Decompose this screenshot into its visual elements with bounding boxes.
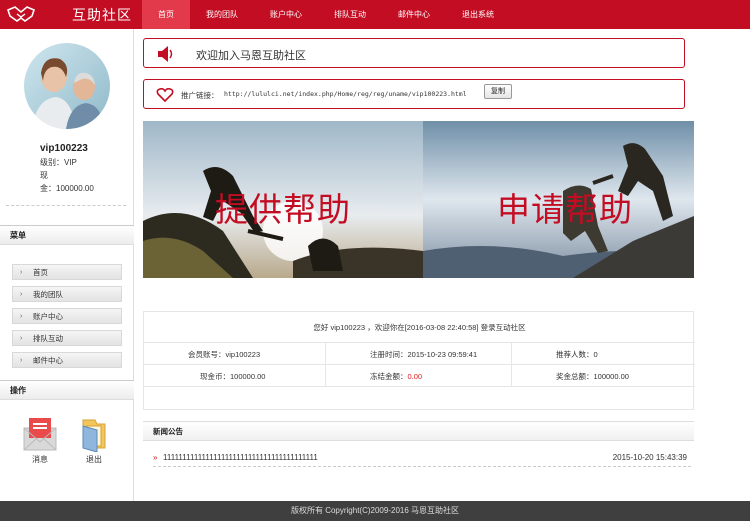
sidebar-item-label: 账户中心 [33,312,63,321]
user-name: vip100223 [40,143,88,154]
reg-time-field: 注册时间：2015-10-23 09:59:41 [370,349,477,360]
promo-label: 推广链接： [181,91,219,100]
main-nav: 首页 我的团队 账户中心 排队互动 邮件中心 退出系统 [142,0,510,29]
divider [144,342,695,343]
nav-item-mail[interactable]: 邮件中心 [382,0,446,29]
messages-button[interactable]: 消息 [20,414,60,465]
bonus-label: 奖金总额： [556,372,594,381]
notice-text: 欢迎加入马恩互助社区 [196,50,306,62]
member-no-value: vip100223 [225,350,261,359]
request-help-banner[interactable]: 申请帮助 [423,121,694,278]
frozen-label: 冻结金额： [370,372,408,381]
nav-item-logout[interactable]: 退出系统 [446,0,510,29]
cash-label: 现金币： [200,372,230,381]
divider [144,386,695,387]
folder-exit-icon [74,414,114,454]
promo-url[interactable]: http://lululci.net/index.php/Home/reg/re… [224,90,467,98]
handshake-icon [6,4,36,24]
cash-field: 现金币：100000.00 [200,371,265,382]
news-item-date: 2015-10-20 15:43:39 [612,453,687,462]
chevron-right-icon: › [20,313,23,320]
menu-section-title: 菜单 [0,225,134,245]
heart-icon [156,87,174,104]
cash-value: 100000.00 [230,372,266,381]
welcome-message: 您好 vip100223 ，欢迎你在[2016-03-08 22:40:58] … [313,323,526,332]
nav-item-home[interactable]: 首页 [142,0,190,29]
account-info-panel: 您好 vip100223 ，欢迎你在[2016-03-08 22:40:58] … [143,311,695,410]
sidebar-item-label: 首页 [33,268,48,277]
referrals-value: 0 [593,350,598,359]
top-nav-bar: 互助社区 首页 我的团队 账户中心 排队互动 邮件中心 退出系统 [0,0,750,29]
frozen-field: 冻结金额：0.00 [370,371,422,382]
exit-label: 退出 [86,455,102,464]
news-marker-icon: » [153,453,158,462]
promo-link-bar: 推广链接： http://lululci.net/index.php/Home/… [143,79,685,109]
bonus-field: 奖金总额：100000.00 [556,371,629,382]
chevron-right-icon: › [20,269,23,276]
news-panel: 新闻公告 » 111111111111111111111111111111111… [143,421,694,471]
divider [144,364,695,365]
reg-time-value: 2015-10-23 09:59:41 [407,350,478,359]
avatar [24,43,110,129]
sidebar-item-mail[interactable]: › 邮件中心 [12,352,122,368]
reg-time-label: 注册时间： [370,350,408,359]
nav-item-my-team[interactable]: 我的团队 [190,0,254,29]
chevron-right-icon: › [20,357,23,364]
footer-copyright: 版权所有 Copyright(C)2009-2016 马恩互助社区 [290,506,460,515]
exit-button[interactable]: 退出 [74,414,114,465]
mail-icon [20,414,60,454]
news-item-text: 1111111111111111111111111111111111111111 [163,453,318,462]
ops-section-title: 操作 [0,380,134,400]
referrals-field: 推荐人数：0 [556,349,598,360]
news-item[interactable]: » 11111111111111111111111111111111111111… [153,453,691,467]
speaker-icon [156,45,176,65]
divider [325,342,326,386]
left-sidebar: vip100223 级别：VIP 现 金：100000.00 菜单 › 首页 › 我… [0,29,134,501]
nav-item-account[interactable]: 账户中心 [254,0,318,29]
sidebar-item-label: 我的团队 [33,290,63,299]
user-line-2: 现 [40,171,48,180]
provide-help-banner[interactable]: 提供帮助 [143,121,423,278]
divider [511,342,512,386]
sidebar-item-label: 排队互动 [33,334,63,343]
member-no-label: 会员账号： [188,350,226,359]
frozen-value: 0.00 [407,372,423,381]
chevron-right-icon: › [20,335,23,342]
sidebar-item-label: 邮件中心 [33,356,63,365]
footer: 版权所有 Copyright(C)2009-2016 马恩互助社区 [0,501,750,521]
welcome-notice: 欢迎加入马恩互助社区 [143,38,685,68]
referrals-label: 推荐人数： [556,350,594,359]
news-title: 新闻公告 [143,421,694,441]
sidebar-item-my-team[interactable]: › 我的团队 [12,286,122,302]
bonus-value: 100000.00 [593,372,629,381]
chevron-right-icon: › [20,291,23,298]
divider [6,205,126,206]
user-balance: 金：100000.00 [40,184,94,193]
user-level: 级别：VIP [40,158,77,167]
sidebar-item-account[interactable]: › 账户中心 [12,308,122,324]
sidebar-item-queue[interactable]: › 排队互动 [12,330,122,346]
site-title: 互助社区 [72,7,132,23]
nav-item-queue[interactable]: 排队互动 [318,0,382,29]
sidebar-item-home[interactable]: › 首页 [12,264,122,280]
request-help-text: 申请帮助 [497,191,633,228]
provide-help-text: 提供帮助 [215,191,351,228]
messages-label: 消息 [32,455,48,464]
copy-button[interactable]: 复制 [484,84,512,99]
member-no-field: 会员账号：vip100223 [188,349,260,360]
